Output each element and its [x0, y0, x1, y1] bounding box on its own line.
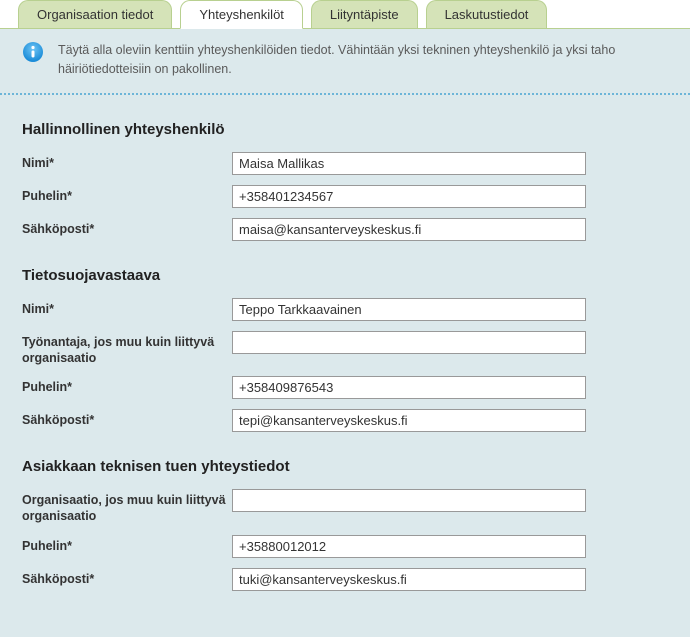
admin-email-input-wrap	[232, 218, 586, 241]
field-row: Organisaatio, jos muu kuin liittyvä orga…	[22, 489, 668, 525]
tab-billing[interactable]: Laskutustiedot	[426, 0, 548, 28]
dpo-name-input-wrap	[232, 298, 586, 321]
field-row: Sähköposti*	[22, 568, 668, 591]
support-email-input[interactable]	[232, 568, 586, 591]
field-row: Sähköposti*	[22, 218, 668, 241]
support-phone-input-wrap	[232, 535, 586, 558]
dpo-employer-input-wrap	[232, 331, 586, 354]
tab-organisation[interactable]: Organisaation tiedot	[18, 0, 172, 28]
field-row: Nimi*	[22, 298, 668, 321]
dpo-name-label: Nimi*	[22, 298, 232, 317]
admin-phone-label: Puhelin*	[22, 185, 232, 204]
dpo-phone-input-wrap	[232, 376, 586, 399]
admin-phone-input-wrap	[232, 185, 586, 208]
field-row: Puhelin*	[22, 376, 668, 399]
field-row: Työnantaja, jos muu kuin liittyvä organi…	[22, 331, 668, 367]
support-email-input-wrap	[232, 568, 586, 591]
dpo-employer-label: Työnantaja, jos muu kuin liittyvä organi…	[22, 331, 232, 367]
support-phone-input[interactable]	[232, 535, 586, 558]
info-bar: Täytä alla oleviin kenttiin yhteyshenkil…	[0, 29, 690, 95]
support-org-label: Organisaatio, jos muu kuin liittyvä orga…	[22, 489, 232, 525]
tabs: Organisaation tiedot Yhteyshenkilöt Liit…	[0, 0, 690, 28]
field-row: Puhelin*	[22, 185, 668, 208]
tab-contacts[interactable]: Yhteyshenkilöt	[180, 0, 303, 29]
field-row: Nimi*	[22, 152, 668, 175]
section-support: Asiakkaan teknisen tuen yhteystiedot Org…	[22, 458, 668, 591]
info-text: Täytä alla oleviin kenttiin yhteyshenkil…	[58, 41, 668, 79]
section-admin: Hallinnollinen yhteyshenkilö Nimi* Puhel…	[22, 121, 668, 241]
dpo-name-input[interactable]	[232, 298, 586, 321]
section-support-title: Asiakkaan teknisen tuen yhteystiedot	[22, 458, 668, 475]
dpo-email-input[interactable]	[232, 409, 586, 432]
support-org-input[interactable]	[232, 489, 586, 512]
tab-accesspoint[interactable]: Liityntäpiste	[311, 0, 418, 28]
admin-phone-input[interactable]	[232, 185, 586, 208]
admin-name-label: Nimi*	[22, 152, 232, 171]
field-row: Sähköposti*	[22, 409, 668, 432]
admin-email-label: Sähköposti*	[22, 218, 232, 237]
dpo-phone-input[interactable]	[232, 376, 586, 399]
support-org-input-wrap	[232, 489, 586, 512]
form-area: Hallinnollinen yhteyshenkilö Nimi* Puhel…	[0, 95, 690, 637]
support-phone-label: Puhelin*	[22, 535, 232, 554]
dpo-email-label: Sähköposti*	[22, 409, 232, 428]
section-dpo: Tietosuojavastaava Nimi* Työnantaja, jos…	[22, 267, 668, 433]
dpo-email-input-wrap	[232, 409, 586, 432]
info-icon	[22, 41, 44, 63]
field-row: Puhelin*	[22, 535, 668, 558]
tab-content: Täytä alla oleviin kenttiin yhteyshenkil…	[0, 28, 690, 637]
dpo-employer-input[interactable]	[232, 331, 586, 354]
admin-name-input[interactable]	[232, 152, 586, 175]
section-dpo-title: Tietosuojavastaava	[22, 267, 668, 284]
admin-name-input-wrap	[232, 152, 586, 175]
admin-email-input[interactable]	[232, 218, 586, 241]
dpo-phone-label: Puhelin*	[22, 376, 232, 395]
section-admin-title: Hallinnollinen yhteyshenkilö	[22, 121, 668, 138]
support-email-label: Sähköposti*	[22, 568, 232, 587]
